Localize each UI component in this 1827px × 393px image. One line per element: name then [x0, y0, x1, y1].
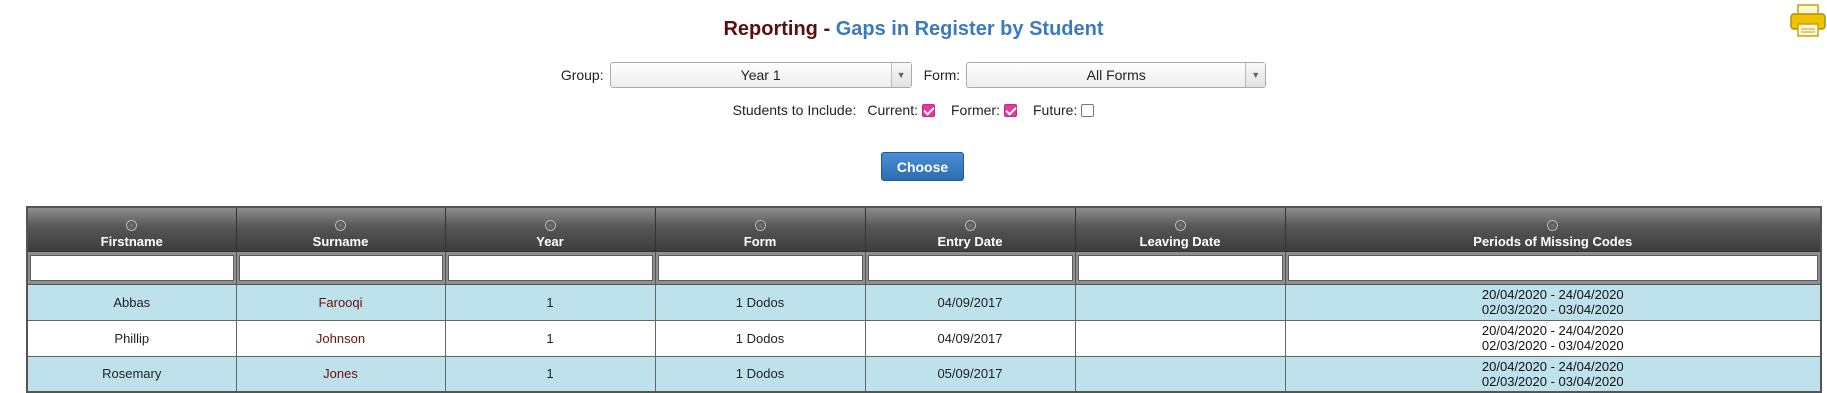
group-select[interactable]: Year 1 ▼: [609, 62, 912, 88]
cell-leaving-date: [1074, 319, 1286, 357]
group-label: Group:: [560, 67, 604, 83]
table-row[interactable]: Rosemary Jones 1 1 Dodos 05/09/2017 20/0…: [26, 355, 1822, 393]
filter-row: [26, 250, 1822, 285]
current-checkbox[interactable]: [921, 103, 935, 117]
filter-input-form[interactable]: [657, 254, 863, 281]
period-line: 02/03/2020 - 03/04/2020: [1481, 302, 1624, 317]
filter-input-firstname[interactable]: [30, 254, 234, 281]
period-line: 02/03/2020 - 03/04/2020: [1481, 373, 1624, 389]
period-line: 02/03/2020 - 03/04/2020: [1481, 338, 1624, 353]
title-separator: -: [817, 18, 836, 40]
filter-input-periods[interactable]: [1287, 254, 1818, 281]
period-line: 20/04/2020 - 24/04/2020: [1481, 358, 1624, 374]
cell-leaving-date: [1074, 355, 1286, 393]
cell-entry-date: 04/09/2017: [864, 319, 1076, 357]
page-title: Reporting - Gaps in Register by Student: [0, 18, 1827, 41]
filter-bar: Group: Year 1 ▼ Form: All Forms ▼: [0, 62, 1827, 88]
cell-form: 1 Dodos: [654, 319, 866, 357]
cell-year: 1: [444, 319, 656, 357]
column-header-periods[interactable]: Periods of Missing Codes: [1284, 206, 1822, 252]
sort-icon[interactable]: [335, 219, 346, 231]
include-label: Students to Include:: [732, 102, 857, 118]
cell-year: 1: [444, 283, 656, 321]
cell-year: 1: [444, 355, 656, 393]
former-label: Former:: [950, 102, 1000, 118]
sort-icon[interactable]: [754, 219, 766, 231]
chevron-down-icon[interactable]: ▼: [1245, 63, 1266, 87]
filter-input-entry-date[interactable]: [867, 254, 1073, 281]
cell-form: 1 Dodos: [654, 355, 866, 393]
students-include-row: Students to Include: Current: Former: Fu…: [0, 102, 1827, 118]
cell-surname: Jones: [235, 355, 446, 393]
form-label: Form:: [923, 67, 961, 83]
group-select-value: Year 1: [740, 67, 781, 83]
cell-firstname: Rosemary: [26, 355, 237, 393]
choose-button[interactable]: Choose: [881, 152, 964, 181]
cell-firstname: Phillip: [26, 319, 237, 357]
filter-input-leaving-date[interactable]: [1077, 254, 1283, 281]
future-checkbox[interactable]: [1081, 103, 1095, 117]
sort-icon[interactable]: [544, 219, 556, 231]
title-suffix: Gaps in Register by Student: [835, 18, 1104, 40]
former-checkbox[interactable]: [1003, 103, 1017, 117]
cell-form: 1 Dodos: [654, 283, 866, 321]
cell-firstname: Abbas: [26, 283, 237, 321]
cell-periods: 20/04/2020 - 24/04/2020 02/03/2020 - 03/0…: [1284, 283, 1822, 321]
column-header-entry-date[interactable]: Entry Date: [864, 206, 1076, 252]
column-header-leaving-date[interactable]: Leaving Date: [1074, 206, 1286, 252]
report-table: Firstname Surname Year Form Entry Date L…: [26, 206, 1822, 393]
column-header-surname[interactable]: Surname: [235, 206, 446, 252]
future-label: Future:: [1032, 102, 1078, 118]
table-row[interactable]: Abbas Farooqi 1 1 Dodos 04/09/2017 20/04…: [26, 283, 1822, 321]
sort-icon[interactable]: [126, 219, 138, 231]
period-line: 20/04/2020 - 24/04/2020: [1481, 323, 1624, 338]
filter-input-year[interactable]: [447, 254, 653, 281]
cell-leaving-date: [1074, 283, 1286, 321]
printer-icon[interactable]: [1789, 3, 1827, 39]
column-header-form[interactable]: Form: [654, 206, 866, 252]
column-header-year[interactable]: Year: [444, 206, 656, 252]
column-header-firstname[interactable]: Firstname: [26, 206, 237, 252]
cell-entry-date: 04/09/2017: [864, 283, 1076, 321]
title-prefix: Reporting: [723, 18, 818, 40]
form-select[interactable]: All Forms ▼: [966, 62, 1267, 88]
header-row: Firstname Surname Year Form Entry Date L…: [26, 206, 1822, 252]
form-select-value: All Forms: [1086, 67, 1146, 83]
table-row[interactable]: Phillip Johnson 1 1 Dodos 04/09/2017 20/…: [26, 319, 1822, 357]
cell-periods: 20/04/2020 - 24/04/2020 02/03/2020 - 03/0…: [1284, 355, 1822, 393]
cell-periods: 20/04/2020 - 24/04/2020 02/03/2020 - 03/0…: [1284, 319, 1822, 357]
cell-entry-date: 05/09/2017: [864, 355, 1076, 393]
cell-surname: Johnson: [235, 319, 446, 357]
sort-icon[interactable]: [964, 219, 976, 231]
sort-icon[interactable]: [1174, 219, 1186, 231]
sort-icon[interactable]: [1547, 219, 1559, 231]
chevron-down-icon[interactable]: ▼: [890, 63, 911, 87]
period-line: 20/04/2020 - 24/04/2020: [1481, 287, 1624, 302]
cell-surname: Farooqi: [235, 283, 446, 321]
current-label: Current:: [867, 102, 918, 118]
filter-input-surname[interactable]: [238, 254, 443, 281]
